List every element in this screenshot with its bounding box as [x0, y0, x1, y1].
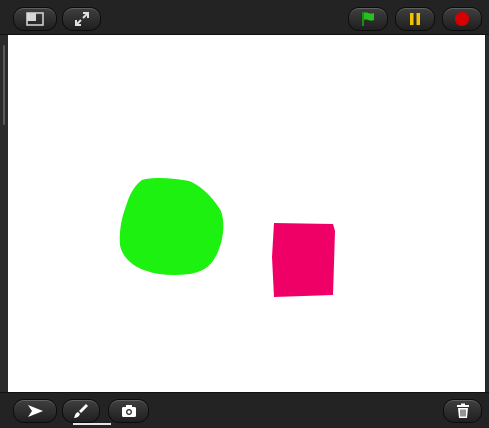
layout-toggle-button[interactable]	[13, 7, 57, 31]
selected-tool-indicator	[73, 423, 111, 425]
stage-player	[0, 0, 489, 428]
camera-button[interactable]	[108, 399, 149, 423]
trash-icon	[456, 403, 469, 418]
select-tool-button[interactable]	[13, 399, 57, 423]
paint-tool-button[interactable]	[62, 399, 100, 423]
arrow-pointer-icon	[28, 405, 43, 417]
red-circle-icon	[455, 12, 469, 26]
camera-icon	[121, 405, 136, 417]
pink-rectangle-sprite[interactable]	[272, 223, 335, 297]
expand-arrows-icon	[74, 12, 89, 26]
green-circle-sprite[interactable]	[119, 178, 224, 275]
stage-canvas[interactable]	[8, 35, 486, 392]
pause-icon	[410, 13, 420, 25]
stage-layout-icon	[26, 12, 44, 26]
top-toolbar	[0, 0, 489, 35]
resize-grip[interactable]	[3, 45, 5, 125]
delete-button[interactable]	[443, 399, 482, 423]
green-flag-icon	[362, 12, 374, 26]
bottom-toolbar	[0, 392, 489, 428]
stop-button[interactable]	[442, 7, 482, 31]
paintbrush-icon	[74, 404, 88, 418]
pause-button[interactable]	[395, 7, 435, 31]
stage-frame	[0, 35, 489, 392]
fullscreen-button[interactable]	[62, 7, 101, 31]
green-flag-button[interactable]	[348, 7, 388, 31]
